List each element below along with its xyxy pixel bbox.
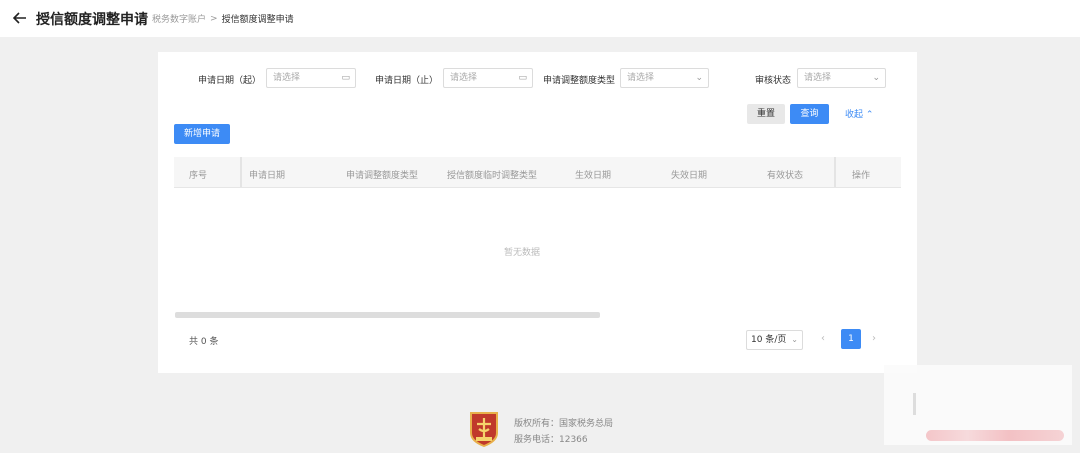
column-divider: [240, 157, 242, 187]
end-date-label: 申请日期（止）: [375, 76, 439, 86]
page-title: 授信额度调整申请: [36, 12, 148, 28]
breadcrumb-item-parent[interactable]: 税务数字账户: [152, 12, 206, 25]
footer-phone: 服务电话：12366: [514, 435, 588, 445]
total-count: 共 0 条: [189, 337, 219, 347]
tax-bureau-logo: [469, 411, 499, 448]
status-label: 审核状态: [755, 76, 792, 86]
breadcrumb-item-current: 授信额度调整申请: [221, 15, 294, 25]
chevron-left-icon[interactable]: ‹: [821, 333, 825, 344]
column-divider: [834, 157, 836, 187]
type-placeholder: 请选择: [627, 73, 655, 83]
status-placeholder: 请选择: [804, 73, 832, 83]
current-page-button[interactable]: 1: [841, 329, 861, 349]
page-size-value: 10 条/页: [751, 335, 787, 345]
column-header: 序号: [189, 171, 208, 181]
column-header: 申请调整额度类型: [346, 171, 419, 181]
chevron-down-icon: ⌄: [872, 73, 880, 83]
collapse-label: 收起: [845, 110, 864, 120]
chevron-down-icon: ⌄: [791, 335, 798, 344]
chevron-down-icon: ⌄: [695, 73, 703, 83]
chevron-up-icon: ⌃: [865, 110, 874, 120]
floating-widget-bar[interactable]: [926, 430, 1064, 441]
table-header: 序号 申请日期 申请调整额度类型 授信额度临时调整类型 生效日期 失效日期 有效…: [174, 157, 901, 188]
status-select[interactable]: 请选择 ⌄: [797, 68, 886, 88]
calendar-icon: ▭: [518, 73, 527, 83]
column-header: 授信额度临时调整类型: [447, 171, 538, 181]
end-date-placeholder: 请选择: [450, 73, 478, 83]
empty-state-text: 暂无数据: [504, 248, 541, 258]
start-date-label: 申请日期（起）: [198, 76, 262, 86]
add-application-button[interactable]: 新增申请: [174, 124, 230, 144]
column-header: 有效状态: [767, 171, 804, 181]
chevron-right-icon[interactable]: ›: [872, 333, 876, 344]
column-header: 生效日期: [575, 171, 612, 181]
floating-widget-handle: [913, 393, 916, 415]
start-date-input[interactable]: 请选择 ▭: [266, 68, 356, 88]
arrow-left-icon[interactable]: [12, 10, 27, 26]
footer-copyright: 版权所有：国家税务总局: [514, 419, 614, 429]
column-header: 失效日期: [671, 171, 708, 181]
collapse-button[interactable]: 收起 ⌃: [845, 107, 873, 120]
type-label: 申请调整额度类型: [543, 76, 616, 86]
breadcrumb-separator: >: [210, 13, 218, 24]
page-size-select[interactable]: 10 条/页 ⌄: [746, 330, 803, 350]
breadcrumb: 税务数字账户 > 授信额度调整申请: [152, 12, 294, 26]
type-select[interactable]: 请选择 ⌄: [620, 68, 709, 88]
horizontal-scrollbar[interactable]: [175, 312, 600, 318]
main-card: 申请日期（起） 请选择 ▭ 申请日期（止） 请选择 ▭ 申请调整额度类型 请选择…: [158, 52, 917, 373]
query-button[interactable]: 查询: [790, 104, 829, 124]
column-header: 申请日期: [249, 171, 286, 181]
top-bar: 授信额度调整申请 税务数字账户 > 授信额度调整申请: [0, 0, 1080, 37]
start-date-placeholder: 请选择: [273, 73, 301, 83]
end-date-input[interactable]: 请选择 ▭: [443, 68, 533, 88]
column-header: 操作: [852, 171, 871, 181]
reset-button[interactable]: 重置: [747, 104, 785, 124]
calendar-icon: ▭: [341, 73, 350, 83]
